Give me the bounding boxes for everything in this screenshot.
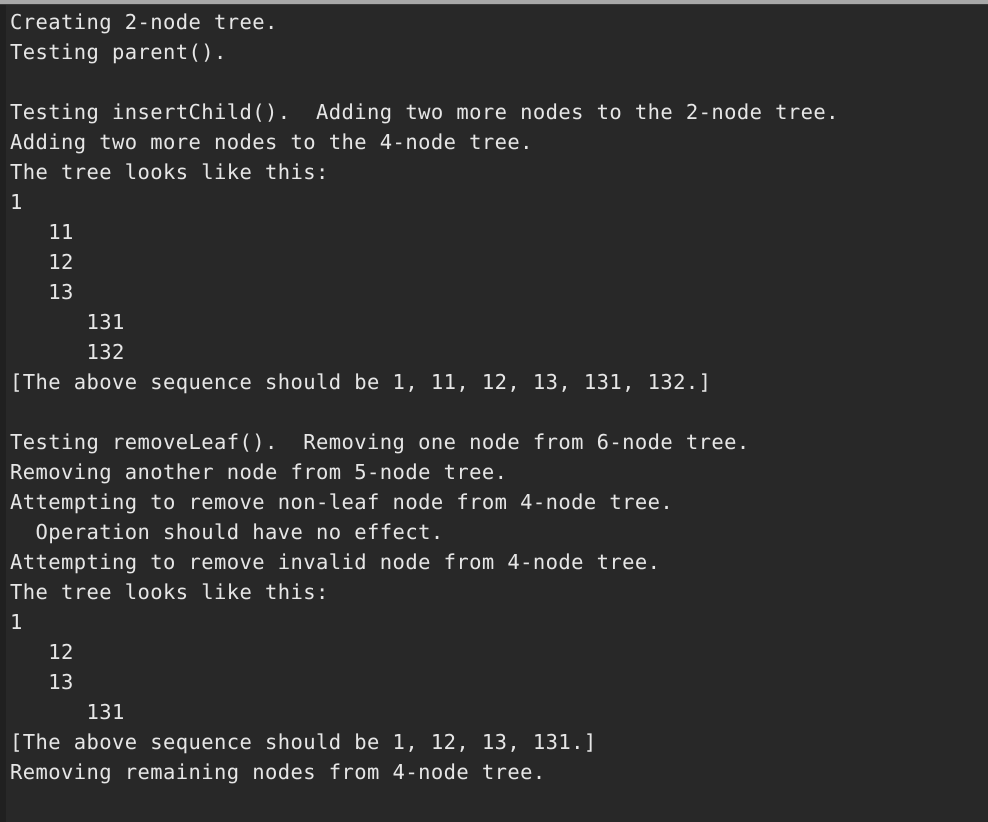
console-line: The tree looks like this: <box>10 580 329 604</box>
console-line: Attempting to remove non-leaf node from … <box>10 490 674 514</box>
console-line: 12 <box>10 640 74 664</box>
terminal-window: Creating 2-node tree. Testing parent(). Te… <box>0 0 988 822</box>
console-line: Removing another node from 5-node tree. <box>10 460 508 484</box>
console-line: Testing insertChild(). Adding two more n… <box>10 100 839 124</box>
console-line: Adding two more nodes to the 4-node tree… <box>10 130 533 154</box>
console-line: Operation should have no effect. <box>10 520 444 544</box>
console-output-area[interactable]: Creating 2-node tree. Testing parent(). Te… <box>6 5 988 822</box>
console-line: 131 <box>10 700 125 724</box>
console-line: Attempting to remove invalid node from 4… <box>10 550 661 574</box>
console-line: 131 <box>10 310 125 334</box>
console-line: Testing removeLeaf(). Removing one node … <box>10 430 750 454</box>
console-line: The tree looks like this: <box>10 160 329 184</box>
console-line: Creating 2-node tree. <box>10 10 278 34</box>
console-line: 13 <box>10 280 74 304</box>
console-line: 1 <box>10 190 23 214</box>
console-line: 132 <box>10 340 125 364</box>
console-line: 11 <box>10 220 74 244</box>
console-line: Removing remaining nodes from 4-node tre… <box>10 760 546 784</box>
console-line: [The above sequence should be 1, 12, 13,… <box>10 730 597 754</box>
console-line: 12 <box>10 250 74 274</box>
console-line: [The above sequence should be 1, 11, 12,… <box>10 370 712 394</box>
console-line: Testing parent(). <box>10 40 227 64</box>
console-line: 1 <box>10 610 23 634</box>
console-line: 13 <box>10 670 74 694</box>
